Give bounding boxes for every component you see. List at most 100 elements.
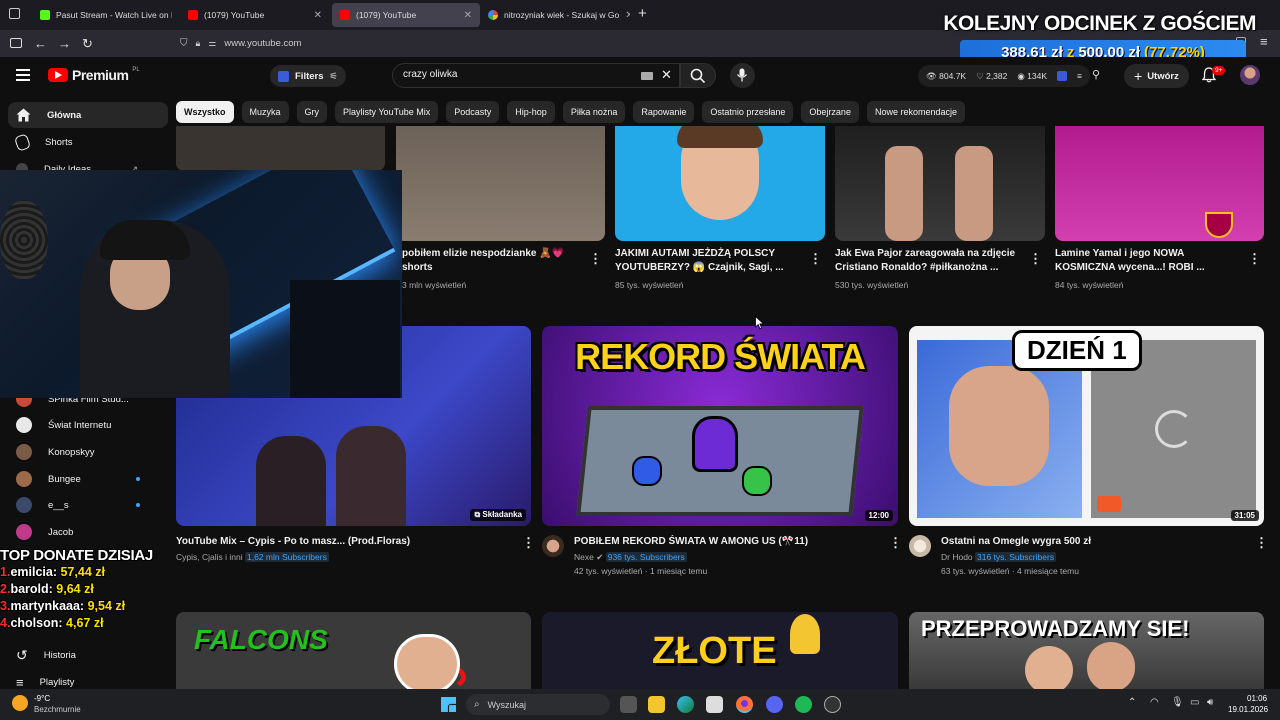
short-title[interactable]: Lamine Yamal i jego NOWA KOSMICZNA wycen…: [1055, 247, 1235, 275]
store-icon[interactable]: [706, 696, 723, 713]
browser-tab[interactable]: Pasut Stream - Watch Live on K ✕: [32, 3, 172, 27]
hamburger-menu-icon[interactable]: [16, 69, 30, 81]
more-options-icon[interactable]: [589, 251, 602, 267]
short-thumbnail[interactable]: [835, 126, 1045, 241]
clear-search-icon[interactable]: ✕: [661, 67, 672, 83]
discord-icon[interactable]: [766, 696, 783, 713]
more-options-icon[interactable]: [1248, 251, 1261, 267]
reload-icon[interactable]: ↻: [82, 36, 93, 52]
create-button[interactable]: + Utwórz: [1124, 64, 1189, 88]
sidebar-item-home[interactable]: Główna: [8, 102, 168, 128]
account-avatar[interactable]: [1240, 65, 1260, 85]
short-title[interactable]: Jak Ewa Pajor zareagowała na zdjęcie Cri…: [835, 247, 1020, 275]
google-favicon: [488, 10, 498, 20]
tray-chevron-icon[interactable]: ⌃: [1128, 697, 1136, 708]
short-title[interactable]: JAKIMI AUTAMI JEŻDŻĄ POLSCY YOUTUBERZY? …: [615, 247, 795, 275]
short-thumbnail[interactable]: [615, 126, 825, 241]
video-channel[interactable]: Nexe ✔ 936 tys. Subscribers: [574, 552, 687, 563]
voice-search-button[interactable]: [730, 63, 755, 88]
file-explorer-icon[interactable]: [648, 696, 665, 713]
short-title[interactable]: pobiłem elizie nespodzianke 🧸💗 shorts: [402, 247, 572, 275]
close-tab-icon[interactable]: ✕: [464, 10, 472, 21]
short-thumbnail[interactable]: [1055, 126, 1264, 241]
sidebar-subscription[interactable]: Świat Internetu: [8, 412, 168, 438]
sidebar-subscription[interactable]: Bungee: [8, 466, 168, 492]
sidebar-item-shorts[interactable]: Shorts: [8, 129, 168, 155]
more-options-icon[interactable]: [1029, 251, 1042, 267]
video-title[interactable]: Ostatni na Omegle wygra 500 zł: [941, 535, 1241, 549]
tab-overview-icon[interactable]: [9, 8, 20, 19]
spotify-icon[interactable]: [795, 696, 812, 713]
sidebar-subscription[interactable]: Jacob: [8, 519, 168, 545]
more-options-icon[interactable]: [522, 535, 535, 551]
video-thumbnail[interactable]: [176, 126, 385, 171]
sidebar-toggle-icon[interactable]: [10, 38, 22, 48]
volume-icon[interactable]: 🔊︎: [1207, 697, 1213, 708]
video-thumbnail[interactable]: ZŁOTE: [542, 612, 898, 689]
more-options-icon[interactable]: [1255, 535, 1268, 551]
extension-icon[interactable]: [1057, 71, 1068, 81]
chip[interactable]: Playlisty YouTube Mix: [335, 101, 439, 123]
chip[interactable]: Rapowanie: [633, 101, 695, 123]
video-thumbnail[interactable]: DZIEŃ 1 31:05: [909, 326, 1264, 526]
short-thumbnail[interactable]: [396, 126, 605, 241]
filters-button[interactable]: Filters ⚟: [270, 65, 346, 87]
task-view-icon[interactable]: [620, 696, 637, 713]
chip[interactable]: Hip-hop: [507, 101, 555, 123]
browser-tab[interactable]: (1079) YouTube ✕: [180, 3, 330, 27]
channel-stats-extension[interactable]: 👁︎ 804.7K ♡ 2,382 ◉ 134K ≡: [918, 65, 1090, 87]
url-field[interactable]: ⛉ 🔒︎ ⚌ www.youtube.com: [180, 34, 960, 53]
clock-date[interactable]: 19.01.2026: [1228, 705, 1268, 714]
clock-time[interactable]: 01:06: [1247, 694, 1267, 703]
chip[interactable]: Gry: [296, 101, 328, 123]
forward-icon[interactable]: →: [58, 36, 71, 51]
browser-tab-active[interactable]: (1079) YouTube ✕: [332, 3, 480, 27]
chip[interactable]: Podcasty: [446, 101, 500, 123]
firefox-icon[interactable]: [736, 696, 753, 713]
microphone-tray-icon[interactable]: 🎙︎: [1171, 697, 1184, 708]
video-channel[interactable]: Cypis, Cjalis i inni 1,62 mln Subscriber…: [176, 552, 329, 562]
app-icon[interactable]: [824, 696, 841, 713]
close-tab-icon[interactable]: ✕: [314, 10, 322, 21]
chip[interactable]: Piłka nożna: [562, 101, 626, 123]
weather-icon[interactable]: [12, 695, 28, 711]
thumbnail-legs: [955, 146, 993, 241]
channel-avatar[interactable]: [542, 535, 564, 557]
taskbar-search[interactable]: ⌕ Wyszukaj: [466, 694, 610, 715]
video-thumbnail[interactable]: REKORD ŚWIATA 12:00: [542, 326, 898, 526]
queue-icon[interactable]: ≡: [1077, 71, 1082, 81]
chip[interactable]: Obejrzane: [801, 101, 859, 123]
chip[interactable]: Nowe rekomendacje: [866, 101, 965, 123]
video-thumbnail[interactable]: FALCONS: [176, 612, 531, 689]
video-channel[interactable]: Dr Hodo 316 tys. Subscribers: [941, 552, 1057, 562]
more-options-icon[interactable]: [889, 535, 902, 551]
video-title[interactable]: POBIŁEM REKORD ŚWIATA W AMONG US (🎌11): [574, 535, 874, 549]
close-tab-icon[interactable]: ✕: [625, 10, 630, 21]
sidebar-item-history[interactable]: ↺ Historia: [8, 642, 168, 668]
start-button-icon[interactable]: [441, 697, 456, 712]
search-input[interactable]: [403, 69, 603, 80]
cast-icon[interactable]: ⚲: [1092, 68, 1100, 81]
wifi-icon[interactable]: ◠: [1150, 697, 1159, 708]
channel-avatar[interactable]: [909, 535, 931, 557]
chip[interactable]: Ostatnio przesłane: [702, 101, 794, 123]
back-icon[interactable]: ←: [34, 36, 47, 51]
more-options-icon[interactable]: [809, 251, 822, 267]
filter-extension-icon: [278, 70, 289, 82]
video-thumbnail[interactable]: PRZEPROWADZAMY SIE!: [909, 612, 1264, 689]
home-icon: [16, 108, 31, 122]
thumbnail-title-text: REKORD ŚWIATA: [575, 336, 866, 377]
sidebar-subscription[interactable]: Konopskyy: [8, 439, 168, 465]
video-title[interactable]: YouTube Mix – Cypis - Po to masz... (Pro…: [176, 535, 506, 549]
chip[interactable]: Wszystko: [176, 101, 234, 123]
network-icon[interactable]: ▭: [1190, 697, 1199, 708]
keyboard-icon[interactable]: [641, 72, 653, 80]
browser-tab[interactable]: nitrozyniak wiek - Szukaj w Go ✕: [480, 3, 630, 27]
chip[interactable]: Muzyka: [241, 101, 289, 123]
search-button[interactable]: [680, 63, 716, 88]
edge-icon[interactable]: [677, 696, 694, 713]
new-tab-icon[interactable]: +: [638, 5, 647, 22]
sidebar-subscription[interactable]: e__s: [8, 492, 168, 518]
youtube-premium-logo[interactable]: Premium PL: [48, 67, 140, 83]
donate-entry: 4.cholson: 4,67 zł: [0, 616, 104, 630]
